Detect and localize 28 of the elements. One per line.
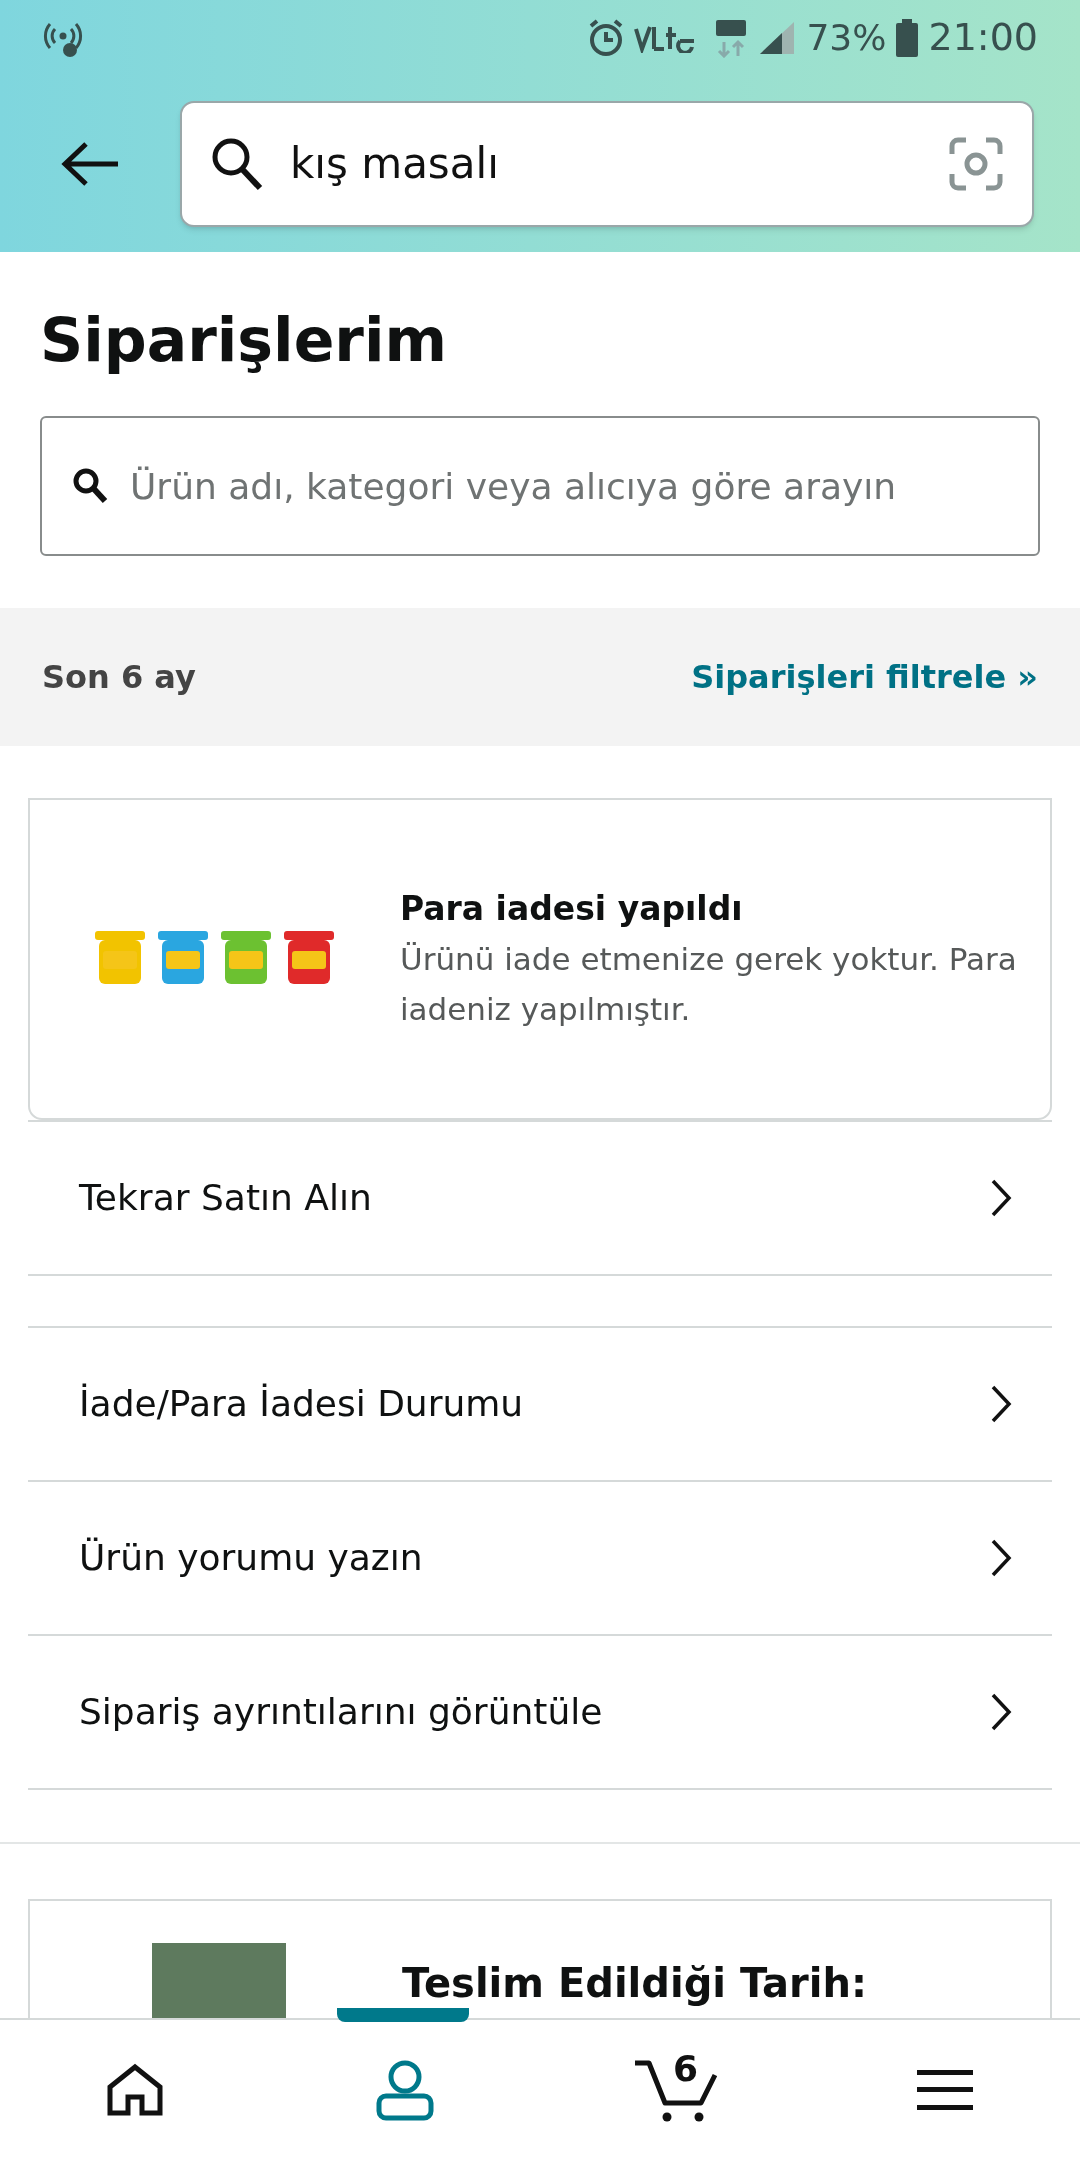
order-action-row[interactable]: Ürün yorumu yazın — [0, 1482, 1080, 1634]
search-icon — [72, 467, 108, 505]
order-message: Ürünü iade etmenize gerek yoktur. Para iadeniz yapılmıştır. — [400, 939, 1018, 1029]
battery-icon — [896, 18, 919, 57]
network-type-icon — [714, 17, 749, 58]
camera-scan-icon — [948, 135, 1004, 192]
period-label: Son 6 ay — [42, 657, 196, 698]
chevron-right-icon — [990, 1178, 1012, 1218]
order-search-field[interactable]: Ürün adı, kategori veya alıcıya göre arayın — [40, 416, 1040, 556]
alarm-icon — [588, 18, 625, 57]
signal-icon — [758, 19, 797, 56]
home-icon — [106, 2063, 164, 2117]
clock: 21:00 — [928, 14, 1038, 61]
order-action-row[interactable]: Tekrar Satın Alın — [0, 1122, 1080, 1274]
order-action-row[interactable]: Sipariş ayrıntılarını görüntüle — [0, 1636, 1080, 1788]
account-icon — [375, 2059, 435, 2121]
order-action-row[interactable]: İade/Para İadesi Durumu — [0, 1328, 1080, 1480]
back-arrow-icon — [60, 140, 120, 187]
menu-icon — [917, 2068, 973, 2112]
cart-count: 6 — [673, 2051, 699, 2087]
filter-orders-link[interactable]: Siparişleri filtrele » — [691, 653, 1038, 701]
chevron-right-icon — [990, 1692, 1012, 1732]
chevron-right-icon — [990, 1384, 1012, 1424]
cart-tab[interactable]: 6 — [540, 2020, 810, 2160]
battery-percent: 73% — [806, 15, 887, 60]
order-status: Para iadesi yapıldı — [400, 888, 744, 931]
search-field[interactable]: kış masalı — [180, 100, 1034, 227]
chevron-right-icon — [990, 1538, 1012, 1578]
